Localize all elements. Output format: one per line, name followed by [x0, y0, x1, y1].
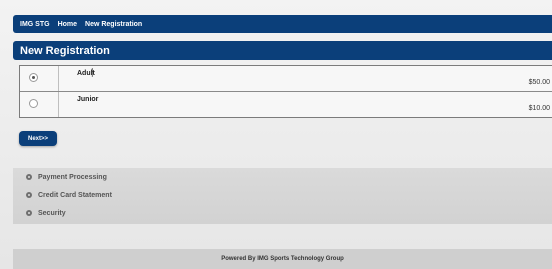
expand-bullet-icon	[26, 210, 32, 216]
top-navigation-bar: IMG STG Home New Registration	[13, 15, 552, 33]
section-label: Payment Processing	[38, 173, 107, 181]
section-payment-processing[interactable]: Payment Processing	[13, 168, 552, 186]
option-name: Junior	[77, 96, 99, 103]
nav-item-new-registration[interactable]: New Registration	[85, 21, 142, 28]
junior-radio-button[interactable]	[29, 99, 38, 108]
section-credit-card-statement[interactable]: Credit Card Statement	[13, 186, 552, 204]
collapsible-sections: Payment Processing Credit Card Statement…	[13, 168, 552, 224]
page-footer: Powered By IMG Sports Technology Group	[13, 249, 552, 269]
nav-item-home[interactable]: Home	[58, 21, 77, 28]
footer-text: Powered By IMG Sports Technology Group	[221, 256, 344, 262]
radio-cell	[20, 92, 59, 117]
registration-options-table: Adult $50.00 Junior $10.00	[19, 65, 552, 118]
section-label: Security	[38, 209, 66, 217]
option-row-adult[interactable]: Adult $50.00	[20, 66, 552, 92]
next-button[interactable]: Next>>	[19, 131, 57, 146]
option-price: $50.00	[528, 79, 550, 86]
radio-cell	[20, 66, 59, 91]
expand-bullet-icon	[26, 174, 32, 180]
section-label: Credit Card Statement	[38, 191, 112, 199]
adult-radio-button[interactable]	[29, 73, 38, 82]
option-row-junior[interactable]: Junior $10.00	[20, 92, 552, 117]
nav-item-img-stg[interactable]: IMG STG	[20, 21, 50, 28]
page-title-bar: New Registration	[13, 41, 552, 60]
option-price: $10.00	[528, 105, 550, 112]
page-title: New Registration	[20, 44, 110, 57]
expand-bullet-icon	[26, 192, 32, 198]
text-cursor-icon: ∣	[90, 67, 95, 77]
section-security[interactable]: Security	[13, 204, 552, 222]
